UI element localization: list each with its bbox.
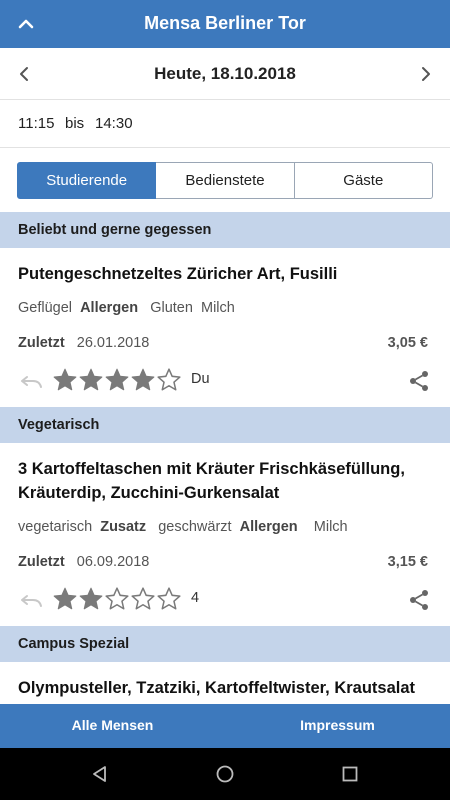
- home-icon[interactable]: [215, 764, 235, 784]
- opening-hours: 11:15 bis 14:30: [0, 100, 450, 148]
- star-filled-icon[interactable]: [78, 367, 104, 393]
- allergen-value: Milch: [313, 519, 348, 535]
- chevron-right-icon[interactable]: [414, 62, 438, 86]
- allergen-value: Gluten: [150, 300, 193, 316]
- allergen-value: Milch: [200, 300, 235, 316]
- rating-text: Du: [191, 371, 210, 387]
- date-navigation: Heute, 18.10.2018: [0, 48, 450, 100]
- tab-bedienstete[interactable]: Bedienstete: [156, 162, 295, 199]
- tag-label: Geflügel: [18, 300, 73, 316]
- hours-separator: bis: [65, 115, 85, 132]
- star-outline-icon[interactable]: [104, 586, 130, 612]
- star-filled-icon[interactable]: [104, 367, 130, 393]
- last-served-date: 26.01.2018: [76, 335, 150, 351]
- all-canteens-link[interactable]: Alle Mensen: [0, 717, 225, 733]
- meal-info-row: Zuletzt 26.01.2018 3,05 €: [18, 335, 428, 351]
- imprint-link[interactable]: Impressum: [225, 717, 450, 733]
- section-header-campus-spezial: Campus Spezial: [0, 626, 450, 662]
- meal-price: 3,15 €: [387, 554, 428, 570]
- meal-info-row: Zuletzt 06.09.2018 3,15 €: [18, 554, 428, 570]
- hours-to: 14:30: [95, 115, 133, 132]
- meal-rating: 4: [18, 586, 433, 614]
- star-filled-icon[interactable]: [78, 586, 104, 612]
- current-date: Heute, 18.10.2018: [154, 64, 296, 83]
- app-title: Mensa Berliner Tor: [144, 13, 306, 33]
- tab-gaeste[interactable]: Gäste: [294, 162, 433, 199]
- undo-icon[interactable]: [18, 369, 44, 393]
- system-navigation-bar: [0, 748, 450, 800]
- recents-icon[interactable]: [340, 764, 360, 784]
- tag-label: vegetarisch: [18, 519, 93, 535]
- meal-tags: vegetarisch Zusatz geschwärzt Allergen M…: [18, 519, 348, 535]
- section-header-beliebt: Beliebt und gerne gegessen: [0, 212, 450, 248]
- meal-name[interactable]: 3 Kartoffeltaschen mit Kräuter Frischkäs…: [18, 457, 433, 505]
- star-outline-icon[interactable]: [130, 586, 156, 612]
- share-icon[interactable]: [407, 588, 431, 612]
- meal-rating: Du: [18, 367, 433, 395]
- last-served-date: 06.09.2018: [76, 554, 150, 570]
- allergen-label: Allergen: [80, 300, 139, 316]
- star-rating[interactable]: [52, 586, 182, 612]
- meal-price: 3,05 €: [387, 335, 428, 351]
- section-header-vegetarisch: Vegetarisch: [0, 407, 450, 443]
- price-group-tabs: Studierende Bedienstete Gäste: [17, 162, 433, 199]
- undo-icon[interactable]: [18, 588, 44, 612]
- meal-name[interactable]: Putengeschnetzeltes Züricher Art, Fusill…: [18, 262, 433, 286]
- bottom-navigation: Alle Mensen Impressum: [0, 704, 450, 748]
- last-served-label: Zuletzt: [18, 335, 65, 351]
- app-bar: Mensa Berliner Tor: [0, 0, 450, 48]
- additive-label: Zusatz: [100, 519, 147, 535]
- allergen-label: Allergen: [239, 519, 298, 535]
- share-icon[interactable]: [407, 369, 431, 393]
- star-outline-icon[interactable]: [156, 367, 182, 393]
- last-served-label: Zuletzt: [18, 554, 65, 570]
- star-filled-icon[interactable]: [52, 367, 78, 393]
- rating-count: 4: [191, 590, 200, 606]
- meal-tags: Geflügel Allergen Gluten Milch: [18, 300, 235, 316]
- back-icon[interactable]: [90, 764, 110, 784]
- star-outline-icon[interactable]: [156, 586, 182, 612]
- star-filled-icon[interactable]: [130, 367, 156, 393]
- additive-value: geschwärzt: [158, 519, 232, 535]
- hours-from: 11:15: [18, 115, 55, 132]
- meal-name[interactable]: Olympusteller, Tzatziki, Kartoffeltwiste…: [18, 676, 433, 700]
- tab-studierende[interactable]: Studierende: [17, 162, 157, 199]
- star-filled-icon[interactable]: [52, 586, 78, 612]
- star-rating[interactable]: [52, 367, 182, 393]
